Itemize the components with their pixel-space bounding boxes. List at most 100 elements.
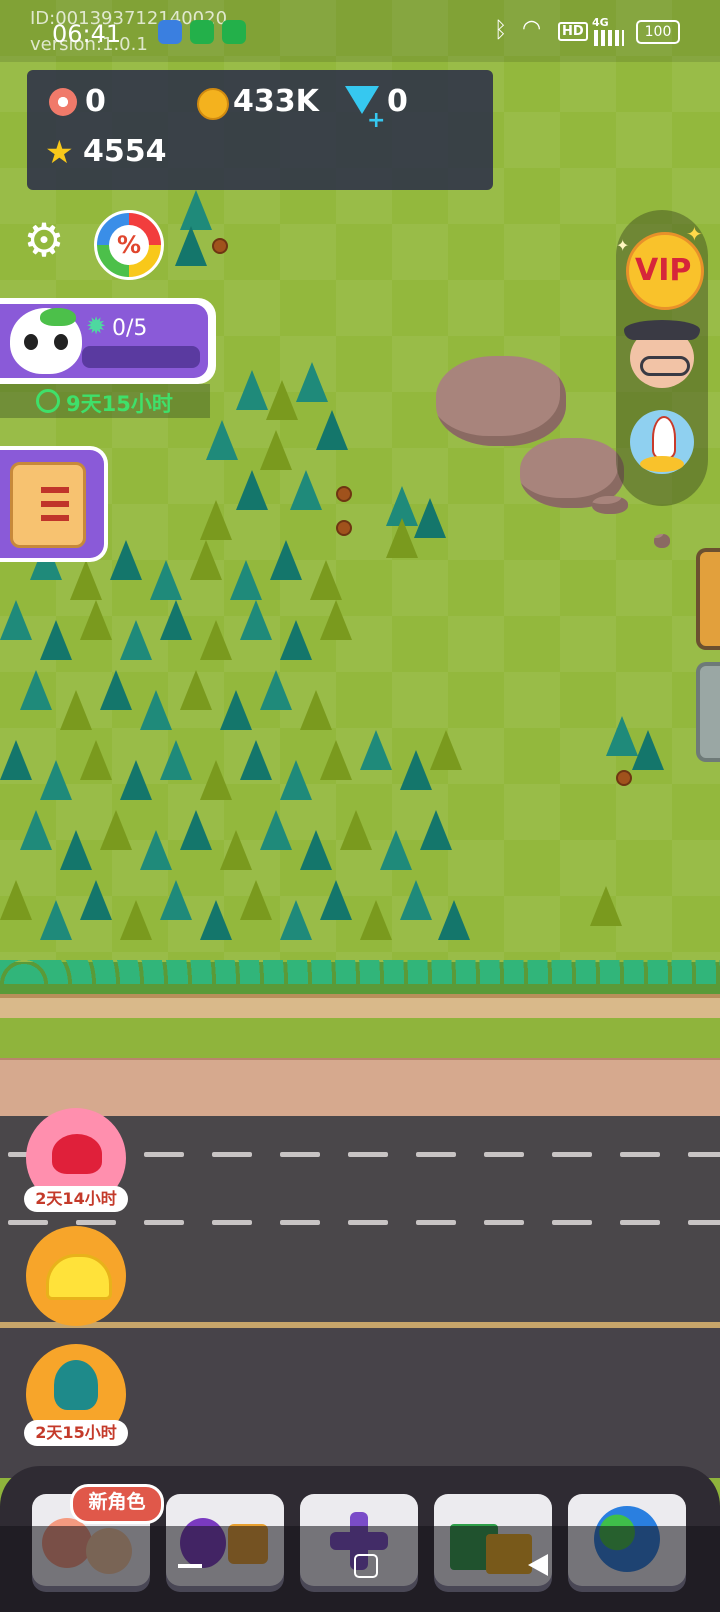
lane-dash	[348, 1152, 388, 1157]
tree	[190, 540, 222, 580]
rocket-icon	[652, 416, 676, 460]
tree	[160, 880, 192, 920]
hedge-wave	[0, 960, 720, 984]
resource-panel: 0 433K + 0 ★ 4554	[27, 70, 493, 190]
lane-dash	[212, 1152, 252, 1157]
gem-count: 0	[387, 84, 408, 119]
home-icon[interactable]	[354, 1554, 378, 1578]
tree	[220, 830, 252, 870]
clipboard-line	[41, 515, 69, 521]
clipboard-icon	[10, 462, 86, 548]
lane-dash	[76, 1220, 116, 1225]
lane-dash	[348, 1220, 388, 1225]
tree	[280, 620, 312, 660]
tree	[150, 560, 182, 600]
glasses-icon	[640, 356, 690, 376]
tree	[180, 670, 212, 710]
recent-apps-icon[interactable]	[178, 1564, 202, 1568]
star-count: 4554	[83, 134, 167, 169]
quest-progress-bar	[82, 346, 200, 368]
network-type: 4G	[592, 16, 609, 29]
tree	[400, 880, 432, 920]
back-icon[interactable]	[528, 1554, 548, 1576]
tree	[180, 190, 212, 230]
quest-timer-bar: 9天15小时	[0, 384, 210, 418]
clipboard-line	[41, 501, 69, 507]
lane-dash	[416, 1152, 456, 1157]
tree-stump	[336, 486, 352, 502]
hd-indicator: HD	[558, 22, 588, 41]
coin-icon	[197, 88, 229, 120]
rocket-button[interactable]	[630, 410, 694, 474]
building-edge[interactable]	[696, 662, 720, 762]
lane-dash	[620, 1220, 660, 1225]
octopus-icon	[54, 1360, 98, 1410]
tree	[40, 620, 72, 660]
tree	[240, 880, 272, 920]
lane-dash	[144, 1152, 184, 1157]
lane-dash	[416, 1220, 456, 1225]
star-icon: ★	[45, 133, 74, 171]
construction-site-edge[interactable]	[696, 548, 720, 650]
tree	[430, 730, 462, 770]
tree	[240, 600, 272, 640]
tree	[120, 900, 152, 940]
tree	[236, 370, 268, 410]
settings-gear-icon[interactable]: ⚙	[20, 216, 68, 264]
clock-icon	[36, 389, 60, 413]
coin-count: 433K	[233, 84, 319, 119]
tree	[340, 810, 372, 850]
tree	[40, 900, 72, 940]
pebble	[654, 534, 670, 548]
tree	[20, 810, 52, 850]
tree	[206, 420, 238, 460]
tree	[320, 880, 352, 920]
construction-event-button[interactable]	[26, 1226, 126, 1326]
tree	[380, 830, 412, 870]
tree	[320, 740, 352, 780]
quest-progress-text: 0/5	[112, 316, 148, 341]
lane-dash	[552, 1220, 592, 1225]
security-icon	[222, 20, 246, 44]
panda-eye	[24, 334, 38, 350]
tree-stump	[616, 770, 632, 786]
event-timer: 2天15小时	[24, 1420, 128, 1446]
lane-dash	[484, 1220, 524, 1225]
add-gem-icon[interactable]: +	[367, 108, 385, 133]
tree	[300, 690, 332, 730]
clipboard-line	[41, 487, 69, 493]
tree	[80, 600, 112, 640]
signal-icon	[594, 30, 624, 46]
tree	[260, 810, 292, 850]
battery-icon: 100	[636, 20, 680, 44]
lane-dash	[212, 1220, 252, 1225]
percent-icon: %	[109, 225, 149, 265]
tree	[140, 830, 172, 870]
candy-count: 0	[85, 84, 106, 119]
pebble	[592, 496, 628, 514]
tree	[0, 740, 32, 780]
hat-icon	[624, 320, 700, 340]
sparkle-icon: ✦	[686, 222, 703, 246]
grandpa-character-button[interactable]	[624, 320, 700, 388]
quest-timer: 9天15小时	[66, 392, 173, 416]
tree	[236, 470, 268, 510]
tree	[414, 498, 446, 538]
fence-base	[0, 994, 720, 1018]
tree	[0, 600, 32, 640]
tree	[200, 500, 232, 540]
tree	[120, 760, 152, 800]
tree-stump	[336, 520, 352, 536]
tree	[290, 470, 322, 510]
battery-saver-icon	[190, 20, 214, 44]
system-nav-bar	[0, 1526, 720, 1612]
tree	[200, 900, 232, 940]
discount-button[interactable]: %	[94, 210, 164, 280]
gift-bow-icon	[52, 1134, 102, 1174]
candy-icon	[49, 88, 77, 116]
panda-eye	[54, 334, 68, 350]
task-list-button[interactable]	[0, 446, 108, 562]
app-notification-icon	[158, 20, 182, 44]
tree	[400, 750, 432, 790]
tree	[316, 410, 348, 450]
